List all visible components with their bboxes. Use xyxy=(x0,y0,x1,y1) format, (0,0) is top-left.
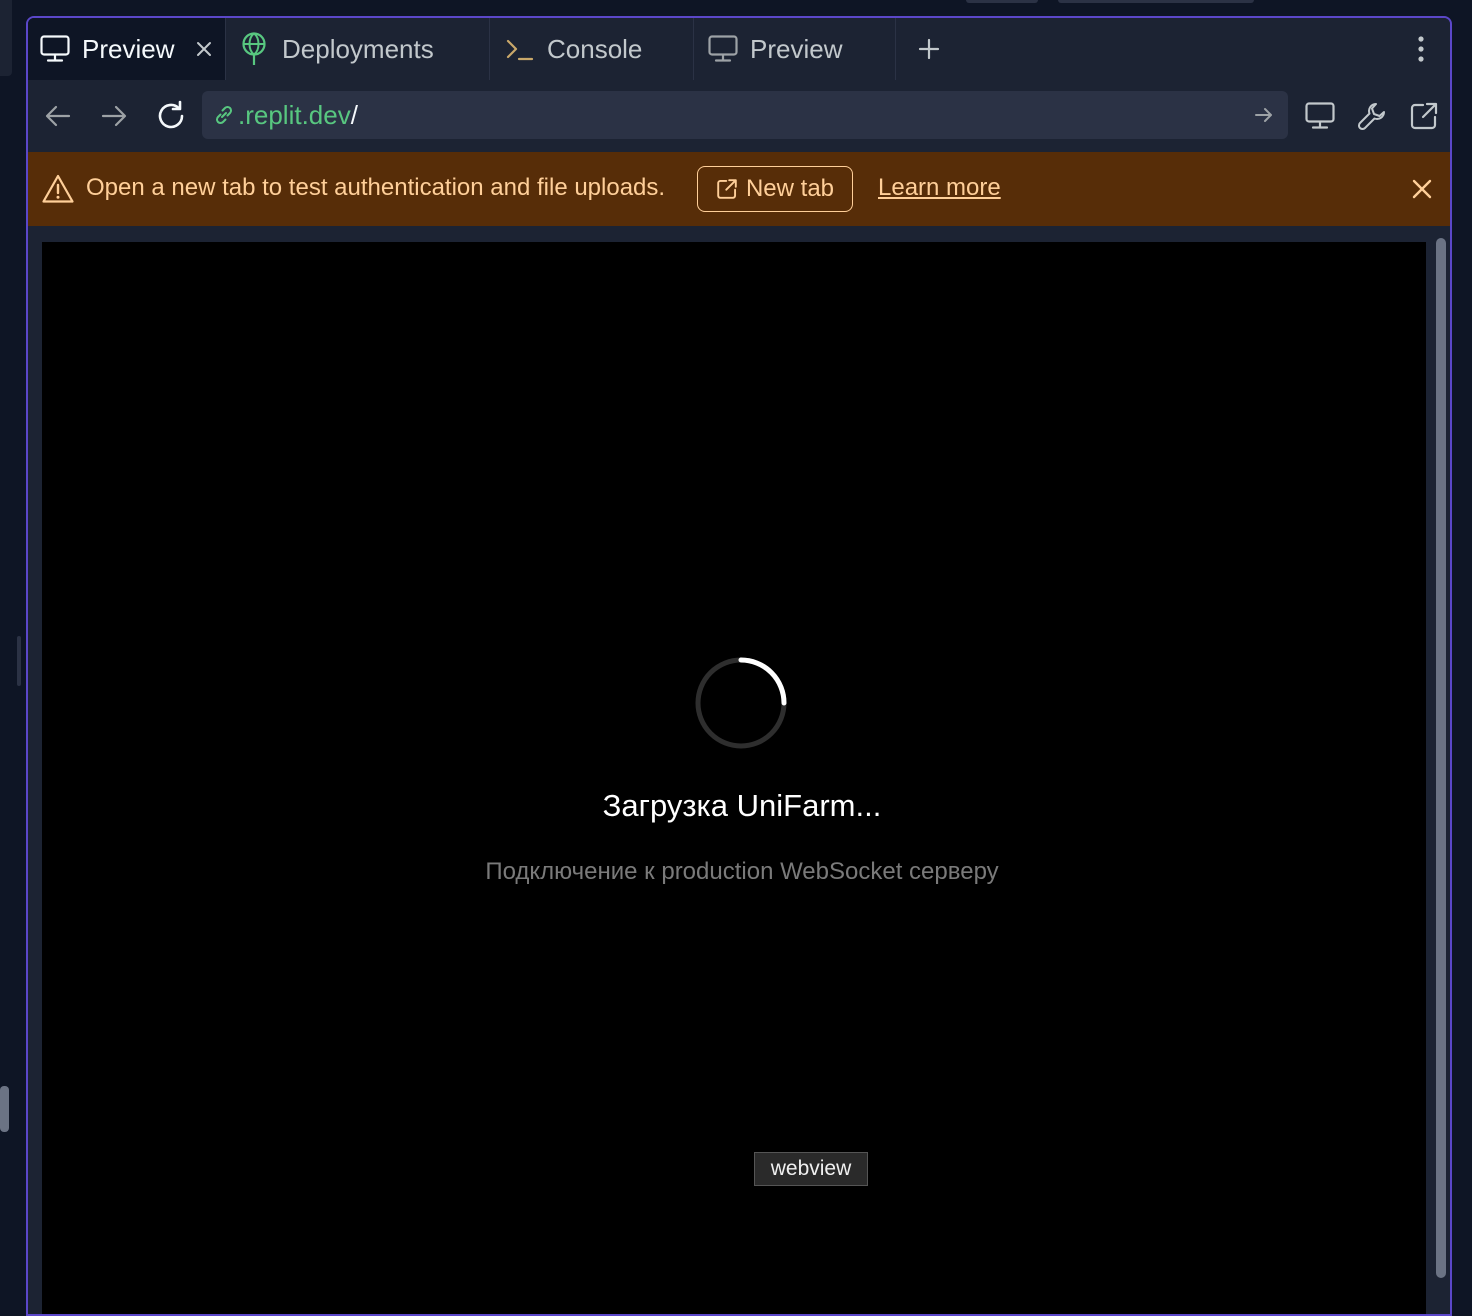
warning-icon xyxy=(42,174,74,203)
reload-button[interactable] xyxy=(153,98,189,134)
url-path: / xyxy=(350,99,358,130)
link-icon xyxy=(212,103,236,127)
monitor-icon xyxy=(40,35,70,63)
tab-preview-active[interactable]: Preview xyxy=(28,18,226,81)
learn-more-link[interactable]: Learn more xyxy=(878,174,1001,202)
close-icon xyxy=(1412,179,1432,199)
tab-deployments[interactable]: Deployments xyxy=(226,18,490,80)
webview-container: Загрузка UniFarm... Подключение к produc… xyxy=(28,226,1450,1314)
preview-panel: Preview Deployments Console Preview .rep… xyxy=(26,16,1452,1316)
tab-preview[interactable]: Preview xyxy=(694,18,896,80)
close-banner-button[interactable] xyxy=(1410,177,1434,201)
plus-icon xyxy=(918,38,940,60)
webview[interactable]: Загрузка UniFarm... Подключение к produc… xyxy=(42,242,1426,1314)
webview-tooltip: webview xyxy=(754,1152,868,1186)
vertical-scrollbar[interactable] xyxy=(1432,234,1450,1314)
external-link-icon xyxy=(717,179,737,199)
more-options-button[interactable] xyxy=(1412,34,1430,64)
pane-resize-handle[interactable] xyxy=(17,636,21,686)
left-pane-edge xyxy=(0,0,21,1302)
tab-label: Console xyxy=(547,34,643,64)
external-link-icon xyxy=(1410,102,1438,130)
kebab-menu-icon xyxy=(1418,36,1424,62)
top-edge-tab xyxy=(1058,0,1254,3)
tab-label: Deployments xyxy=(282,34,434,64)
tab-label: Preview xyxy=(750,34,843,64)
arrow-left-icon xyxy=(45,105,71,127)
monitor-icon xyxy=(708,35,738,63)
tab-label: Preview xyxy=(82,34,175,64)
url-bar[interactable]: .replit.dev / xyxy=(202,91,1288,139)
monitor-icon xyxy=(1305,102,1335,129)
left-pane-scrollbar[interactable] xyxy=(0,1086,9,1132)
warning-banner: Open a new tab to test authentication an… xyxy=(28,152,1450,226)
loading-title: Загрузка UniFarm... xyxy=(602,788,882,823)
terminal-icon xyxy=(506,38,534,62)
device-preview-button[interactable] xyxy=(1302,98,1338,134)
wrench-icon xyxy=(1357,103,1385,131)
add-tab-button[interactable] xyxy=(916,36,942,62)
arrow-right-icon xyxy=(101,105,127,127)
new-tab-button[interactable]: New tab xyxy=(697,166,853,212)
banner-message: Open a new tab to test authentication an… xyxy=(86,174,666,201)
deployments-icon xyxy=(240,32,268,66)
back-button[interactable] xyxy=(40,98,76,134)
scrollbar-thumb[interactable] xyxy=(1436,238,1446,1278)
devtools-button[interactable] xyxy=(1354,98,1390,134)
loading-subtitle: Подключение к production WebSocket серве… xyxy=(485,858,999,885)
top-edge-tab xyxy=(966,0,1038,3)
arrow-right-icon xyxy=(1255,108,1272,122)
tab-bar: Preview Deployments Console Preview xyxy=(28,18,1450,81)
browser-toolbar: .replit.dev / xyxy=(28,80,1450,152)
open-new-tab-button[interactable] xyxy=(1406,98,1442,134)
new-tab-label: New tab xyxy=(745,175,835,202)
refresh-icon xyxy=(158,100,184,129)
go-button[interactable] xyxy=(1252,103,1276,127)
url-host: .replit.dev xyxy=(238,99,351,130)
close-tab-icon[interactable] xyxy=(193,38,215,60)
left-pane-tab-edge[interactable] xyxy=(0,0,12,76)
forward-button[interactable] xyxy=(96,98,132,134)
tab-console[interactable]: Console xyxy=(490,18,694,80)
loading-spinner xyxy=(695,657,787,749)
